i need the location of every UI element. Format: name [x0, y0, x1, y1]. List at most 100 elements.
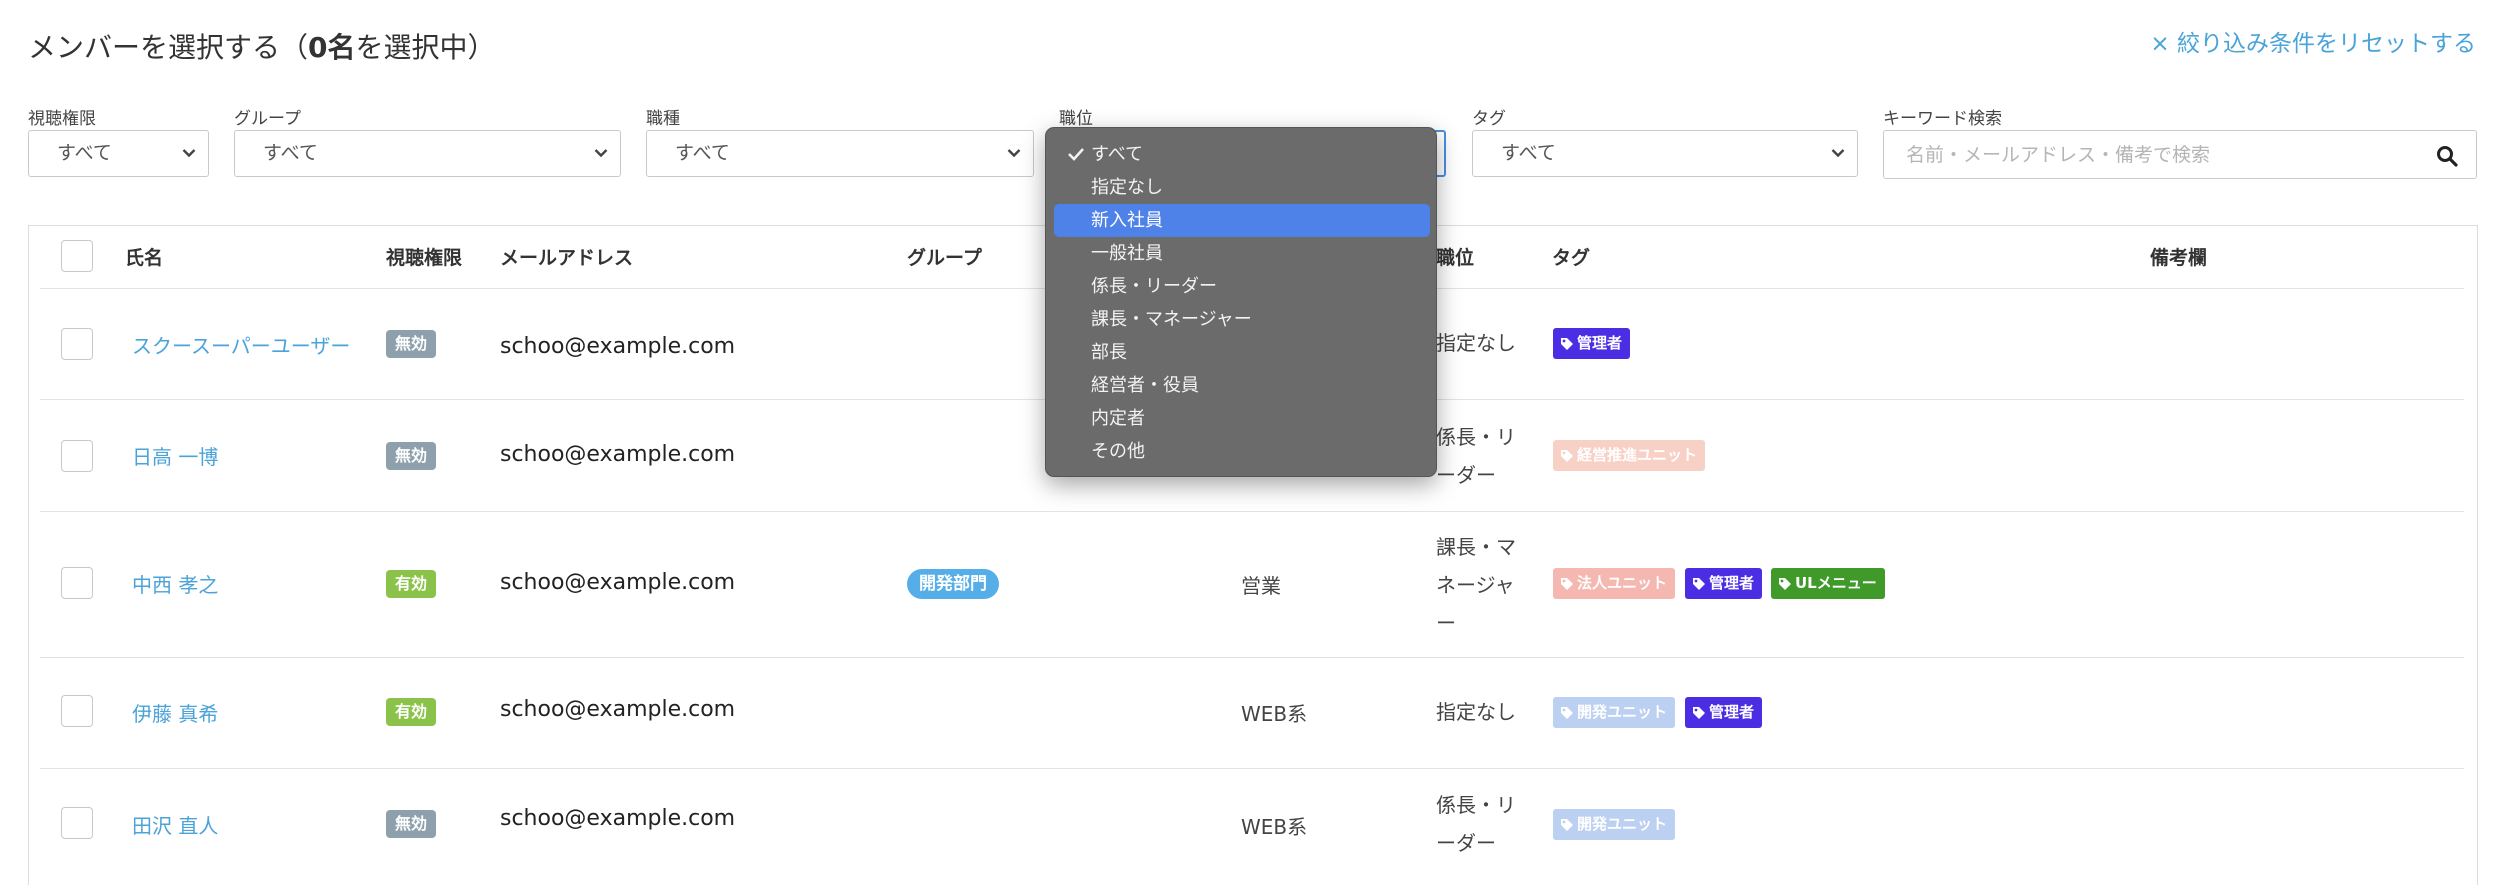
tag-label: 開発ユニット [1577, 703, 1668, 721]
member-name-link[interactable]: 田沢 直人 [132, 810, 218, 839]
job-type-filter-select[interactable]: すべて [646, 130, 1034, 177]
position-line: 係長・リ [1436, 793, 1516, 817]
member-email: schoo@example.com [500, 570, 736, 595]
dropdown-option-general-employee[interactable]: 一般社員 [1054, 237, 1430, 270]
row-checkbox[interactable] [61, 695, 93, 727]
tag-badge: 経営推進ユニット [1553, 440, 1706, 471]
selected-count: 0名 [308, 31, 356, 64]
keyword-filter-label: キーワード検索 [1883, 109, 2002, 129]
checkmark-icon [1067, 138, 1089, 171]
row-checkbox[interactable] [61, 328, 93, 360]
tag-label: 開発ユニット [1577, 815, 1668, 833]
group-badge: 開発部門 [907, 569, 999, 599]
keyword-search-box [1883, 130, 2477, 179]
tag-icon [1561, 577, 1573, 590]
member-name-link[interactable]: 日高 一博 [132, 441, 218, 470]
tag-label: ULメニュー [1795, 574, 1877, 592]
chevron-down-icon [1831, 131, 1845, 176]
position-dropdown-menu: すべて 指定なし 新入社員 一般社員 係長・リーダー 課長・マネージャー 部長 … [1045, 127, 1437, 477]
dropdown-option-label: 係長・リーダー [1091, 276, 1217, 297]
position-filter-label: 職位 [1059, 109, 1093, 129]
tag-badge: ULメニュー [1771, 568, 1885, 599]
header-position: 職位 [1436, 247, 1475, 269]
dropdown-option-unspecified[interactable]: 指定なし [1054, 171, 1430, 204]
table-divider [40, 768, 2464, 769]
dropdown-option-prospective-hire[interactable]: 内定者 [1054, 402, 1430, 435]
keyword-search-input[interactable] [1904, 131, 2424, 178]
viewing-status-badge: 無効 [386, 442, 437, 470]
member-name-link[interactable]: 伊藤 真希 [132, 698, 218, 727]
dropdown-option-other[interactable]: その他 [1054, 435, 1430, 468]
member-position: 課長・マ ネージャ ー [1436, 528, 1526, 642]
dropdown-option-executive[interactable]: 経営者・役員 [1054, 369, 1430, 402]
tag-badge: 管理者 [1685, 697, 1763, 728]
tag-filter-select[interactable]: すべて [1472, 130, 1858, 177]
tag-filter-value: すべて [1501, 142, 1556, 164]
tag-icon [1779, 577, 1791, 590]
select-all-checkbox[interactable] [61, 240, 93, 272]
tag-badge: 管理者 [1553, 328, 1631, 359]
tag-badge: 開発ユニット [1553, 809, 1676, 840]
position-line: ー [1436, 611, 1456, 635]
member-name-link[interactable]: スクースーパーユーザー [132, 330, 350, 359]
header-name: 氏名 [125, 247, 164, 269]
tag-icon [1561, 449, 1573, 462]
dropdown-option-label: 課長・マネージャー [1091, 309, 1252, 330]
viewing-filter-select[interactable]: すべて [28, 130, 209, 177]
tag-filter-label: タグ [1472, 109, 1506, 129]
viewing-status-badge: 有効 [386, 698, 437, 726]
table-divider [40, 511, 2464, 512]
viewing-filter-label: 視聴権限 [28, 109, 96, 129]
reset-filters-link[interactable]: × 絞り込み条件をリセットする [2150, 24, 2476, 58]
member-position: 指定なし [1436, 324, 1526, 362]
tag-label: 管理者 [1577, 334, 1623, 352]
dropdown-option-new-employee[interactable]: 新入社員 [1054, 204, 1430, 237]
member-email: schoo@example.com [500, 806, 736, 831]
member-position: 指定なし [1436, 693, 1526, 731]
group-filter-value: すべて [263, 142, 318, 164]
dropdown-option-label: 新入社員 [1091, 210, 1163, 231]
header-tag: タグ [1552, 247, 1591, 269]
member-name-link[interactable]: 中西 孝之 [132, 569, 218, 598]
viewing-status-badge: 無効 [386, 330, 437, 358]
viewing-status-badge: 有効 [386, 570, 437, 598]
viewing-filter-value: すべて [57, 142, 112, 164]
member-email: schoo@example.com [500, 697, 736, 722]
member-job-type: 営業 [1241, 574, 1281, 598]
row-checkbox[interactable] [61, 440, 93, 472]
search-icon[interactable] [2436, 145, 2458, 171]
tag-label: 管理者 [1709, 703, 1755, 721]
position-line: ネージャ [1436, 573, 1515, 597]
tag-icon [1693, 577, 1705, 590]
header-viewing: 視聴権限 [386, 247, 463, 269]
dropdown-option-all[interactable]: すべて [1054, 138, 1430, 171]
tag-badge: 管理者 [1685, 568, 1763, 599]
group-filter-select[interactable]: すべて [234, 130, 621, 177]
job-type-filter-value: すべて [675, 142, 730, 164]
chevron-down-icon [594, 131, 608, 176]
row-checkbox[interactable] [61, 807, 93, 839]
viewing-status-badge: 無効 [386, 810, 437, 838]
tag-badge: 開発ユニット [1553, 697, 1676, 728]
dropdown-option-label: すべて [1091, 144, 1144, 165]
position-line: 課長・マ [1436, 535, 1516, 559]
header-note: 備考欄 [2150, 247, 2208, 269]
position-line: ーダー [1436, 831, 1496, 855]
title-prefix: メンバーを選択する（ [28, 31, 309, 64]
dropdown-option-label: 部長 [1091, 342, 1127, 363]
group-filter-label: グループ [234, 109, 301, 129]
position-line: 指定なし [1436, 331, 1516, 355]
dropdown-option-department-head[interactable]: 部長 [1054, 336, 1430, 369]
position-line: ーダー [1436, 463, 1496, 487]
position-line: 指定なし [1436, 700, 1516, 724]
page-title: メンバーを選択する（0名を選択中） [28, 26, 496, 66]
member-position: 係長・リ ーダー [1436, 418, 1526, 494]
dropdown-option-chief-leader[interactable]: 係長・リーダー [1054, 270, 1430, 303]
row-checkbox[interactable] [61, 567, 93, 599]
dropdown-option-label: その他 [1091, 441, 1145, 462]
dropdown-option-label: 指定なし [1091, 177, 1163, 198]
dropdown-option-label: 内定者 [1091, 408, 1145, 429]
position-line: 係長・リ [1436, 425, 1516, 449]
member-job-type: WEB系 [1241, 815, 1308, 839]
dropdown-option-section-manager[interactable]: 課長・マネージャー [1054, 303, 1430, 336]
